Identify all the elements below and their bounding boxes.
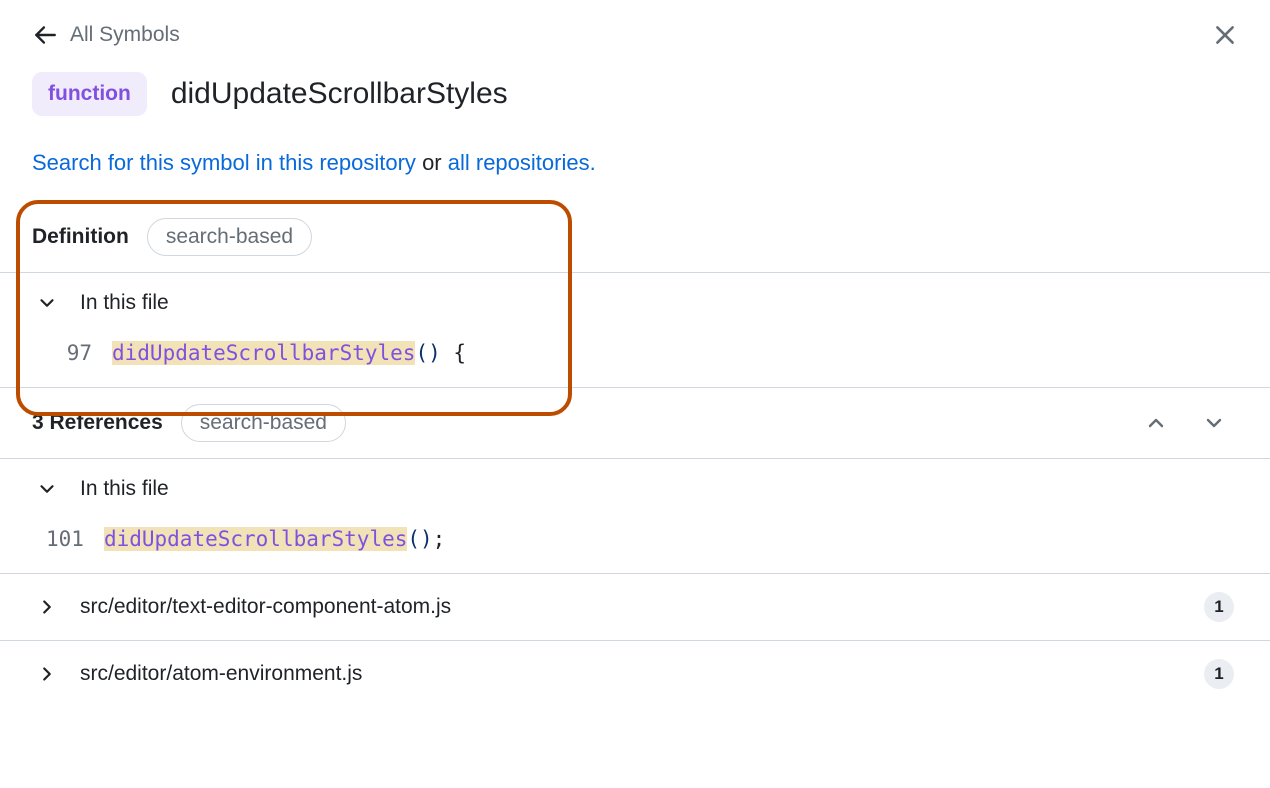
reference-file-row[interactable]: src/editor/text-editor-component-atom.js… <box>0 574 1270 641</box>
definition-section-title: Definition <box>32 225 129 249</box>
definition-pill: search-based <box>147 218 312 256</box>
symbol-name: didUpdateScrollbarStyles <box>171 77 508 111</box>
references-prev-button[interactable] <box>1144 411 1168 435</box>
search-links-separator: or <box>422 150 448 175</box>
back-all-symbols-label: All Symbols <box>70 23 180 47</box>
reference-file-path: src/editor/text-editor-component-atom.js <box>80 595 451 619</box>
definition-code-row[interactable]: 97 didUpdateScrollbarStyles() { <box>0 333 1270 388</box>
references-pill: search-based <box>181 404 346 442</box>
references-in-this-file-label: In this file <box>80 477 169 501</box>
definition-in-this-file-label: In this file <box>80 291 169 315</box>
chevron-right-icon <box>36 663 58 685</box>
references-next-button[interactable] <box>1202 411 1226 435</box>
reference-line-number: 101 <box>46 527 84 551</box>
symbol-type-badge: function <box>32 72 147 116</box>
back-all-symbols-link[interactable]: All Symbols <box>32 22 180 48</box>
chevron-down-icon <box>36 292 58 314</box>
references-section-title: 3 References <box>32 411 163 435</box>
reference-file-row[interactable]: src/editor/atom-environment.js 1 <box>0 641 1270 707</box>
reference-code: didUpdateScrollbarStyles(); <box>104 527 445 551</box>
definition-file-group-toggle[interactable]: In this file <box>0 273 1270 333</box>
close-button[interactable] <box>1212 22 1238 48</box>
chevron-right-icon <box>36 596 58 618</box>
references-file-group-toggle[interactable]: In this file <box>0 459 1270 519</box>
search-all-repos-link[interactable]: all repositories. <box>448 150 596 175</box>
search-in-repo-link[interactable]: Search for this symbol in this repositor… <box>32 150 416 175</box>
definition-line-number: 97 <box>56 341 92 365</box>
reference-count-badge: 1 <box>1204 659 1234 689</box>
arrow-left-icon <box>32 22 58 48</box>
reference-count-badge: 1 <box>1204 592 1234 622</box>
reference-code-row[interactable]: 101 didUpdateScrollbarStyles(); <box>0 519 1270 574</box>
chevron-down-icon <box>36 478 58 500</box>
definition-code: didUpdateScrollbarStyles() { <box>112 341 466 365</box>
reference-file-path: src/editor/atom-environment.js <box>80 662 362 686</box>
